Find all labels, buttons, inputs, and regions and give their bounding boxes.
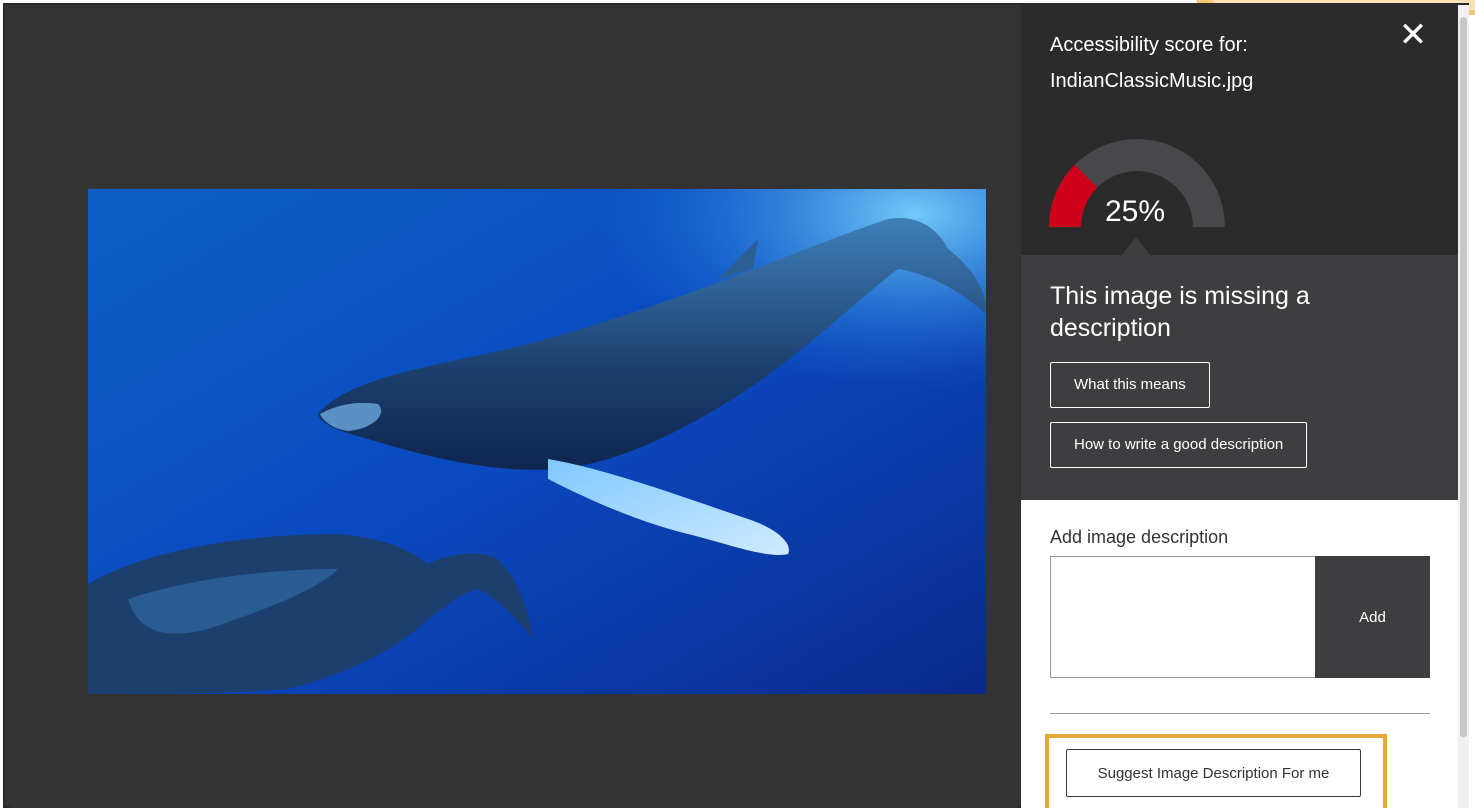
score-header: Accessibility score for: IndianClassicMu… xyxy=(1021,5,1458,255)
preview-image xyxy=(88,189,986,694)
image-preview-pane xyxy=(10,5,1018,808)
score-caption-line1: Accessibility score for: xyxy=(1050,34,1248,56)
whale-photo xyxy=(88,189,986,694)
missing-description-notice: This image is missing a description What… xyxy=(1021,255,1458,500)
close-icon[interactable]: ✕ xyxy=(1393,15,1433,55)
description-section: Add image description Add Suggest Image … xyxy=(1021,500,1458,808)
how-to-write-button[interactable]: How to write a good description xyxy=(1050,422,1308,468)
accessibility-side-panel: Accessibility score for: IndianClassicMu… xyxy=(1021,5,1458,808)
score-caption-filename: IndianClassicMusic.jpg xyxy=(1050,70,1254,92)
notice-pointer xyxy=(1122,237,1150,255)
scrollbar[interactable] xyxy=(1458,5,1469,808)
notice-title: This image is missing a description xyxy=(1050,282,1310,342)
scrollbar-thumb[interactable] xyxy=(1460,17,1467,737)
suggest-description-button[interactable]: Suggest Image Description For me xyxy=(1066,749,1361,797)
description-input[interactable] xyxy=(1050,556,1316,678)
score-percentage: 25% xyxy=(1105,195,1166,228)
description-label: Add image description xyxy=(1050,527,1229,547)
what-this-means-button[interactable]: What this means xyxy=(1050,362,1210,408)
page-frame: Accessibility score for: IndianClassicMu… xyxy=(0,0,1475,808)
score-caption: Accessibility score for: IndianClassicMu… xyxy=(1050,27,1253,99)
divider xyxy=(1050,713,1430,714)
add-button[interactable]: Add xyxy=(1315,556,1430,678)
